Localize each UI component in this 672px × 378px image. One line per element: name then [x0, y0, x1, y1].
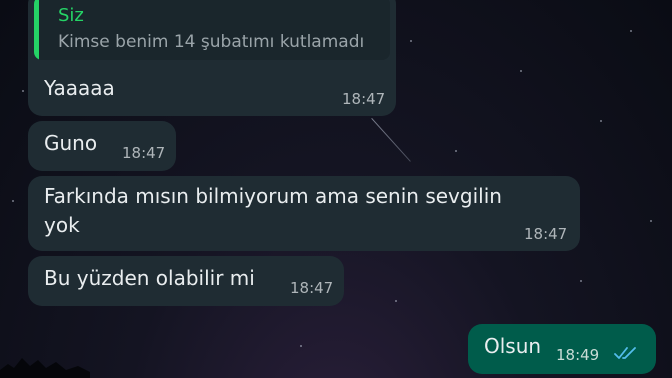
- message-bubble-4[interactable]: Bu yüzden olabilir mi 18:47: [28, 256, 344, 306]
- message-time: 18:47: [290, 279, 334, 297]
- shooting-star: [371, 118, 411, 162]
- message-text: Bu yüzden olabilir mi: [44, 266, 255, 290]
- message-bubble-2[interactable]: Guno 18:47: [28, 121, 176, 171]
- quote-text: Kimse benim 14 şubatımı kutlamadı: [58, 32, 365, 52]
- message-time: 18:47: [122, 144, 166, 162]
- double-check-icon: [614, 347, 636, 359]
- message-bubble-3[interactable]: Farkında mısın bilmiyorum ama senin sevg…: [28, 176, 580, 251]
- quote-author: Siz: [58, 5, 84, 26]
- message-text: Olsun: [484, 334, 542, 358]
- message-text: Yaaaaa: [44, 76, 115, 100]
- message-text-line-2: yok: [44, 213, 80, 237]
- message-bubble-1[interactable]: Siz Kimse benim 14 şubatımı kutlamadı Ya…: [28, 0, 396, 116]
- quote-accent-bar: [34, 0, 39, 60]
- message-time: 18:47: [524, 225, 568, 243]
- quoted-reply[interactable]: Siz Kimse benim 14 şubatımı kutlamadı: [34, 0, 390, 60]
- message-text: Guno: [44, 131, 98, 155]
- message-time: 18:47: [342, 90, 386, 108]
- message-time: 18:49: [556, 346, 600, 364]
- message-text-line-1: Farkında mısın bilmiyorum ama senin sevg…: [44, 184, 502, 208]
- tree-silhouette: [0, 358, 90, 378]
- message-bubble-outgoing[interactable]: Olsun 18:49: [468, 324, 656, 374]
